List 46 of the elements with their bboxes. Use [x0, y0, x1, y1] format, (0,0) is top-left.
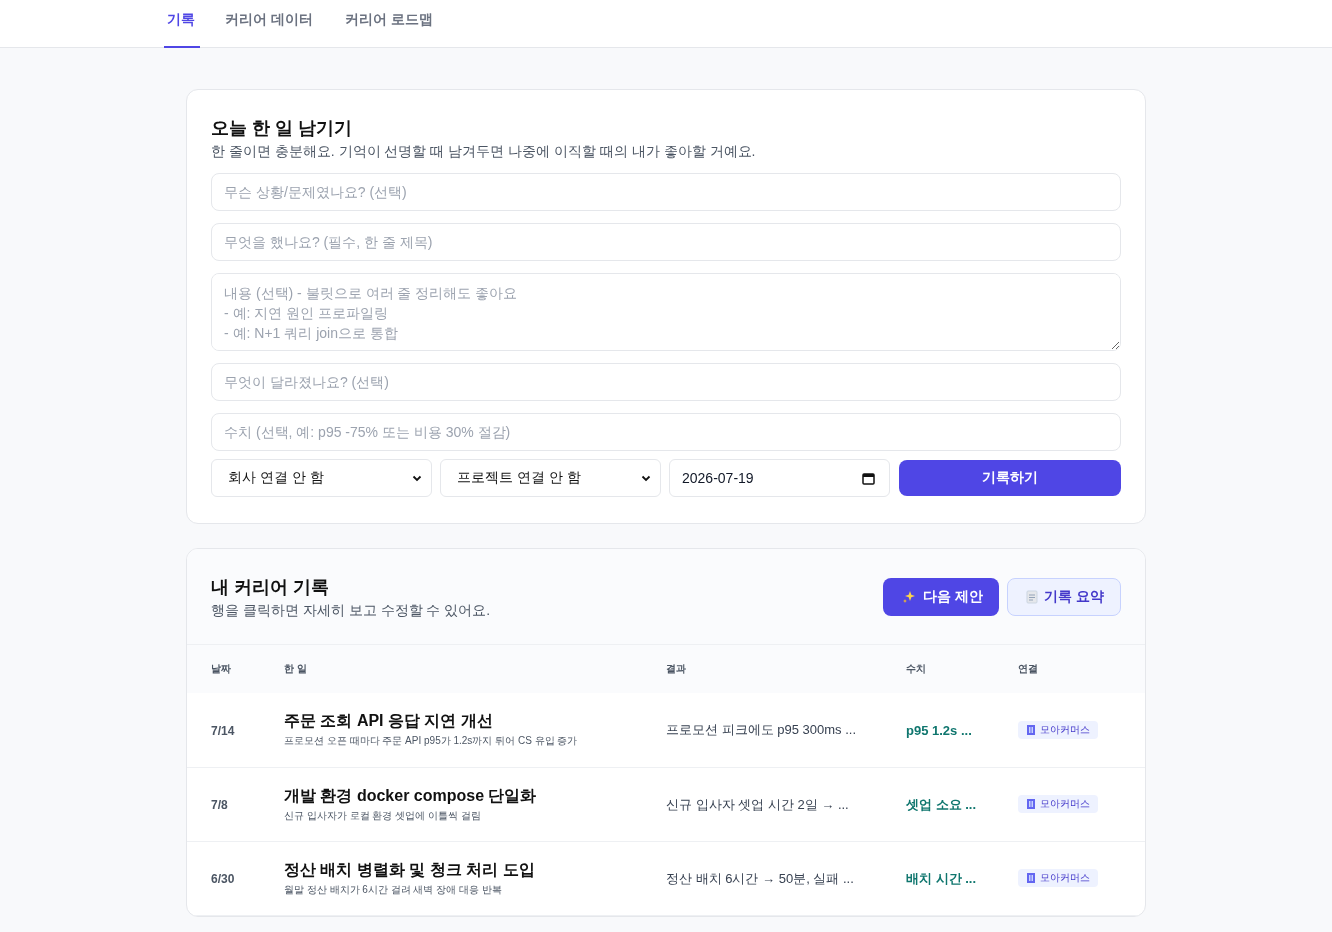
company-tag: 모아커머스	[1018, 868, 1098, 887]
nav-tab[interactable]: 기록	[164, 0, 200, 48]
card-subtitle: 한 줄이면 충분해요. 기억이 선명할 때 남겨두면 나중에 이직할 때의 내가 좋아할 거예요.	[211, 143, 757, 161]
building-icon	[1026, 798, 1036, 810]
calendar-icon[interactable]	[862, 471, 875, 485]
select-field[interactable]: 회사 연결 안 함	[211, 459, 432, 497]
input-field[interactable]: 무슨 상황/문제였나요? (선택)	[211, 173, 1121, 211]
select-field[interactable]: 프로젝트 연결 안 함	[440, 459, 661, 497]
column-header: 수치	[906, 663, 926, 674]
document-icon	[1026, 590, 1039, 604]
suggest-button[interactable]: 다음 제안	[883, 578, 1000, 616]
nav-tab[interactable]: 커리어 로드맵	[341, 0, 449, 48]
date-text: 6/30	[211, 872, 235, 886]
date-text: 7/8	[211, 798, 228, 812]
column-header: 날짜	[211, 663, 231, 674]
record-context: 월말 정산 배치가 6시간 걸려 새벽 장애 대응 반복	[284, 882, 503, 897]
column-header: 연결	[1018, 663, 1038, 674]
card-subtitle: 행을 클릭하면 자세히 보고 수정할 수 있어요.	[211, 602, 491, 620]
result-text: 프로모션 피크에도 p95 300ms ...	[666, 722, 856, 738]
company-tag: 모아커머스	[1018, 720, 1098, 739]
card-title: 오늘 한 일 남기기	[211, 117, 353, 140]
metric-text: 셋업 소요 ...	[906, 796, 977, 812]
building-icon	[1026, 872, 1036, 884]
nav-tab[interactable]: 커리어 데이터	[222, 0, 329, 48]
column-header: 한 일	[284, 663, 307, 674]
metric-text: p95 1.2s ...	[906, 722, 972, 738]
date-text: 7/14	[211, 723, 235, 738]
record-context: 프로모션 오픈 때마다 주문 API p95가 1.2s까지 튀어 CS 유입 증가	[284, 734, 579, 749]
result-text: 신규 입사자 셋업 시간 2일 → ...	[666, 796, 849, 812]
building-icon	[1026, 724, 1036, 735]
record-title[interactable]: 주문 조회 API 응답 지연 개선	[284, 711, 664, 733]
record-context: 신규 입사자가 로컬 환경 셋업에 이틀씩 걸림	[284, 808, 482, 823]
text-area[interactable]: 내용 (선택) - 불릿으로 여러 줄 정리해도 좋아요 - 예: 지연 원인 프로파일링 - 예: N+1 쿼리 join으로 통합	[211, 273, 1121, 351]
metric-text: 배치 시간 ...	[906, 870, 977, 886]
column-header: 결과	[666, 663, 686, 674]
input-field[interactable]: 무엇이 달라졌나요? (선택)	[211, 363, 1121, 401]
input-field[interactable]: 수치 (선택, 예: p95 -75% 또는 비용 30% 절감)	[211, 413, 1121, 451]
card-title: 내 커리어 기록	[211, 576, 330, 599]
result-text: 정산 배치 6시간 → 50분, 실패 ...	[666, 870, 854, 886]
company-tag: 모아커머스	[1018, 794, 1098, 813]
date-field[interactable]: 2026-07-19	[669, 459, 890, 497]
input-field[interactable]: 무엇을 했나요? (필수, 한 줄 제목)	[211, 223, 1121, 261]
record-title[interactable]: 정산 배치 병렬화 및 청크 처리 도입	[284, 859, 664, 881]
submit-button[interactable]: 기록하기	[899, 460, 1121, 496]
summary-button[interactable]: 기록 요약	[1007, 578, 1121, 616]
record-title[interactable]: 개발 환경 docker compose 단일화	[284, 785, 664, 807]
